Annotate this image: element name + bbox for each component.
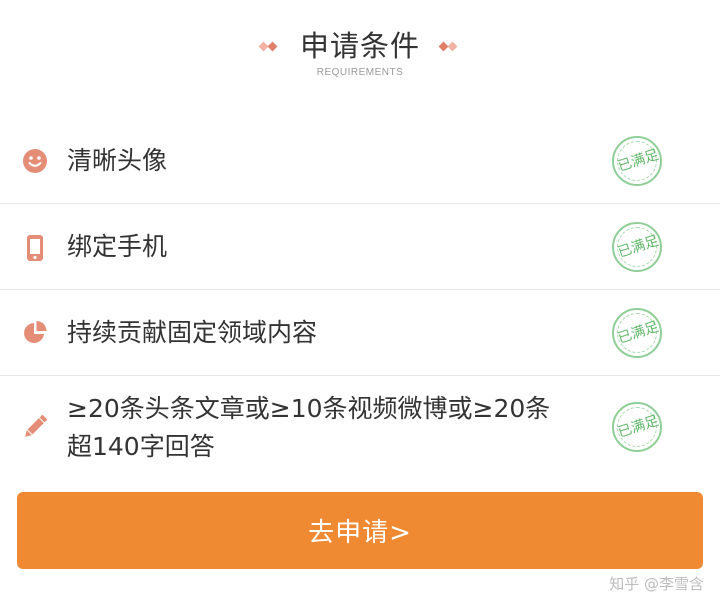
requirement-row-content: 持续贡献固定领域内容 已满足 [0,290,720,376]
requirement-row-phone: 绑定手机 已满足 [0,204,720,290]
apply-button-label: 去申请> [308,518,412,548]
requirement-label-line1: ≥20条头条文章或≥10条视频微博或≥20条 [67,394,551,423]
title-wrap: 申请条件 [0,28,720,64]
requirements-list: 清晰头像 已满足 绑定手机 已满足 持续贡献固定领域内容 已满足 ≥20条头条文… [0,118,720,476]
diamond-decoration-right [438,41,460,52]
requirement-label: 绑定手机 [67,232,168,261]
watermark: 知乎 @李雪含 [609,575,704,593]
satisfied-stamp: 已满足 [612,136,662,186]
page-title-text: 申请条件 [299,29,420,63]
diamond-decoration-left [258,41,280,52]
requirement-row-posts: ≥20条头条文章或≥10条视频微博或≥20条 超140字回答 已满足 [0,376,720,476]
pie-chart-icon [22,320,48,346]
requirement-label: 持续贡献固定领域内容 [67,318,318,347]
pencil-icon [22,414,48,440]
satisfied-stamp: 已满足 [612,308,662,358]
apply-button[interactable]: 去申请> [17,492,703,569]
satisfied-stamp: 已满足 [612,402,662,452]
page-title: 申请条件 [258,28,458,64]
requirement-row-avatar: 清晰头像 已满足 [0,118,720,204]
satisfied-stamp: 已满足 [612,222,662,272]
requirement-label-line2: 超140字回答 [67,432,215,461]
phone-icon [22,234,48,261]
smiley-face-icon [22,148,48,174]
page-subtitle: REQUIREMENTS [316,67,404,78]
header: 申请条件 REQUIREMENTS [0,0,720,110]
requirement-label: 清晰头像 [67,146,168,175]
